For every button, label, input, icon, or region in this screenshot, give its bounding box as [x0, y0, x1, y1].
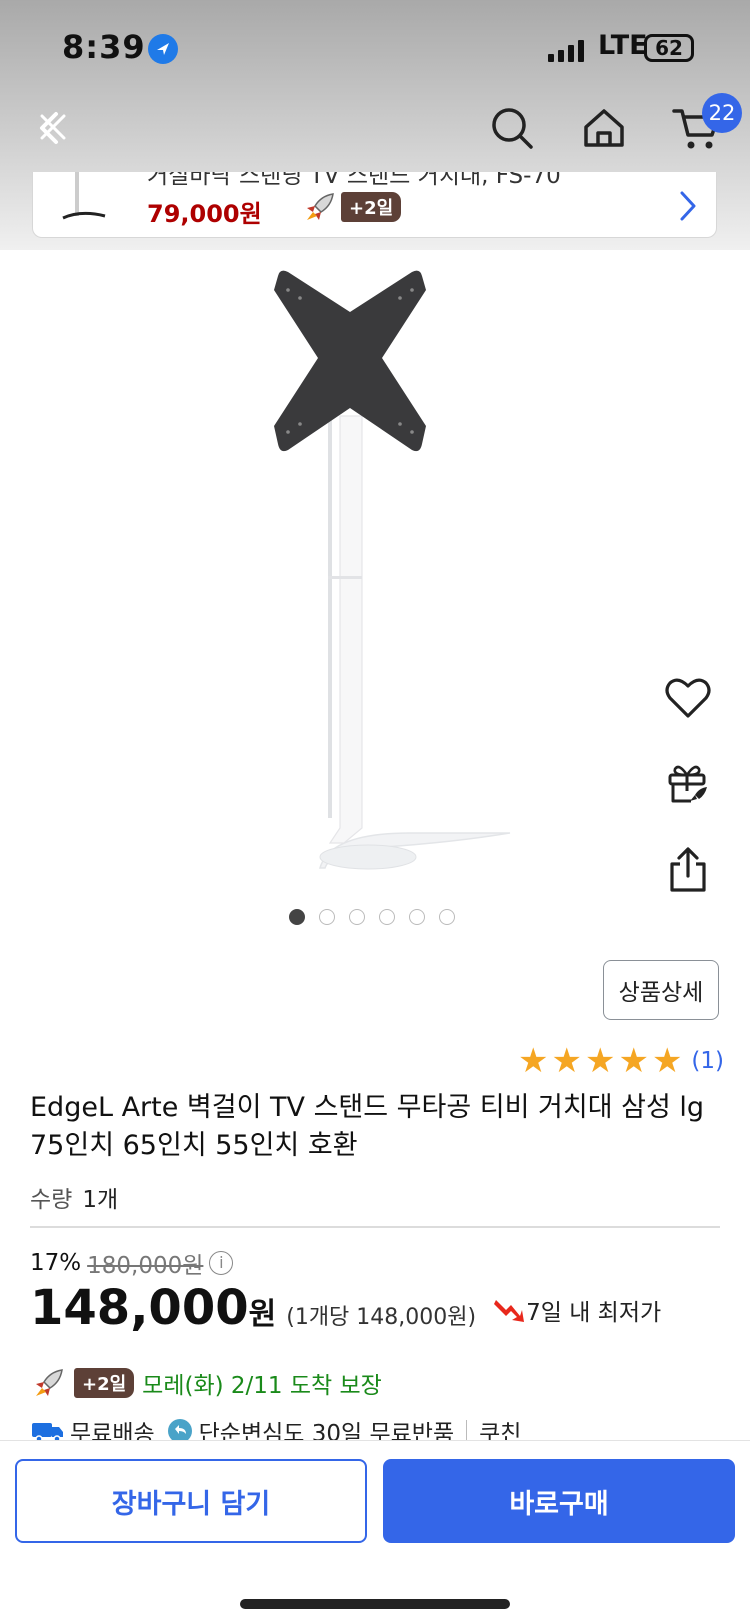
star-icon: ★	[518, 1041, 549, 1081]
status-time: 8:39	[62, 28, 146, 66]
star-icon: ★	[651, 1041, 683, 1081]
unit-price: (1개당 148,000원)	[286, 1305, 477, 1330]
gallery-dot[interactable]	[349, 909, 365, 925]
separator	[466, 1420, 468, 1442]
related-product-thumbnail	[62, 172, 106, 220]
rocket-icon	[307, 193, 334, 220]
gift-button[interactable]	[660, 756, 716, 812]
home-indicator	[240, 1599, 510, 1609]
nav-bar	[0, 96, 750, 168]
network-type: LTE	[598, 30, 648, 61]
trend-down-icon	[494, 1300, 525, 1322]
related-product-price: 79,000원	[147, 200, 262, 228]
arrival-row: +2일 모레(화) 2/11 도착 보장	[32, 1366, 382, 1400]
back-button[interactable]	[20, 96, 84, 160]
home-button[interactable]	[572, 96, 636, 160]
gallery-dot[interactable]	[409, 909, 425, 925]
gallery-dot[interactable]	[379, 909, 395, 925]
product-image[interactable]	[270, 268, 530, 908]
star-icon: ★	[618, 1041, 649, 1081]
battery-icon: 62	[644, 34, 694, 62]
search-button[interactable]	[480, 96, 544, 160]
add-to-cart-button[interactable]: 장바구니 담기	[15, 1459, 367, 1543]
bottom-action-bar: 장바구니 담기 바로구매	[0, 1440, 750, 1623]
heart-icon	[665, 678, 711, 718]
related-delivery: +2일	[303, 192, 402, 222]
divider	[30, 1226, 720, 1228]
delivery-badge: +2일	[74, 1368, 135, 1398]
search-icon	[492, 108, 533, 149]
signal-icon	[548, 40, 588, 66]
quantity-label: 수량	[30, 1187, 73, 1213]
share-icon	[670, 847, 706, 892]
price-currency: 원	[248, 1297, 277, 1332]
discount-row: 17% 180,000원 i	[30, 1246, 234, 1280]
wishlist-button[interactable]	[660, 670, 716, 726]
related-product-title: 거실바닥 스탠딩 TV 스탠드 거치대, FS-70	[147, 172, 561, 189]
product-title: EdgeL Arte 벽걸이 TV 스탠드 무타공 티비 거치대 삼성 lg 7…	[30, 1092, 705, 1161]
cart-count-badge: 22	[702, 93, 742, 133]
buy-now-button[interactable]: 바로구매	[383, 1459, 735, 1543]
delivery-badge: +2일	[341, 192, 402, 222]
gallery-dot[interactable]	[289, 909, 305, 925]
star-icon: ★	[584, 1041, 616, 1081]
quantity-row: 수량 1개	[30, 1180, 118, 1214]
info-icon[interactable]: i	[209, 1251, 234, 1275]
related-product-card[interactable]: 거실바닥 스탠딩 TV 스탠드 거치대, FS-70 79,000원 +2일	[32, 172, 717, 238]
original-price: 180,000원	[87, 1253, 204, 1279]
gallery-dot[interactable]	[439, 909, 455, 925]
share-button[interactable]	[660, 842, 716, 898]
status-bar: 8:39 LTE 62	[0, 0, 750, 100]
gift-rocket-icon	[668, 765, 707, 803]
lowest-price-label: 7일 내 최저가	[494, 1293, 661, 1327]
gallery-dot[interactable]	[319, 909, 335, 925]
product-detail-button[interactable]: 상품상세	[603, 960, 719, 1020]
location-icon	[148, 34, 178, 64]
quantity-value: 1개	[82, 1187, 119, 1213]
lowest-price-text: 7일 내 최저가	[526, 1300, 662, 1326]
discount-rate: 17%	[30, 1250, 82, 1276]
price-row: 148,000 원 (1개당 148,000원) 7일 내 최저가	[30, 1280, 661, 1336]
home-icon	[584, 109, 624, 147]
rocket-icon	[36, 1369, 63, 1396]
arrival-guarantee: 모레(화) 2/11 도착 보장	[142, 1373, 382, 1399]
sale-price: 148,000	[30, 1280, 249, 1336]
back-icon	[40, 112, 66, 144]
review-count[interactable]: (1)	[691, 1048, 724, 1074]
rating[interactable]: ★ ★ ★ ★ ★ (1)	[518, 1044, 724, 1078]
chevron-right-icon	[680, 191, 696, 221]
gallery-pagination[interactable]	[289, 909, 455, 925]
star-icon: ★	[551, 1041, 582, 1081]
